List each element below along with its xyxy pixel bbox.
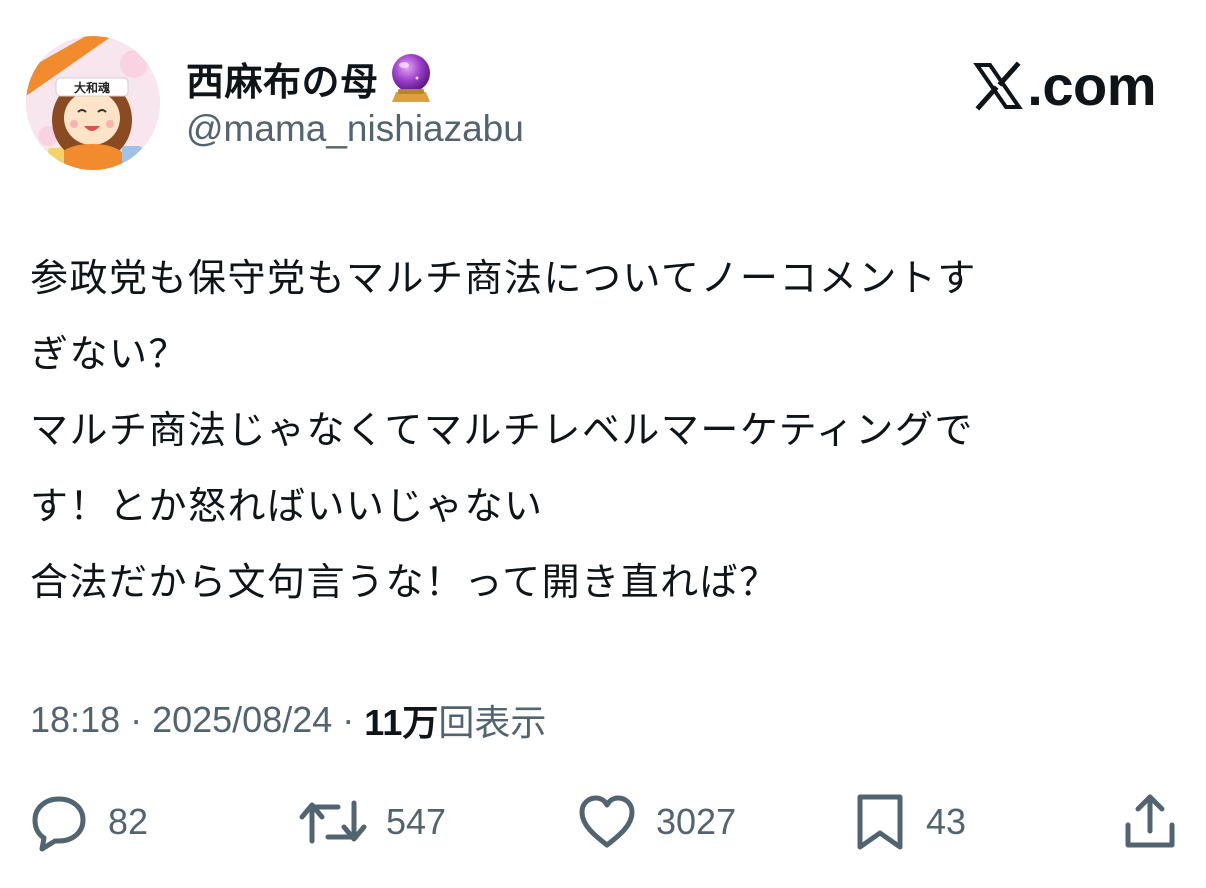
reply-button[interactable]: 82 xyxy=(28,790,148,854)
tweet-line: す！とか怒ればいいじゃない xyxy=(30,484,544,528)
author-name-row: 西麻布の母 xyxy=(186,52,435,104)
avatar-illustration: 大和魂 xyxy=(26,36,160,170)
tweet-line: 合法だから文句言うな！って開き直れば？ xyxy=(30,560,779,604)
tweet-date[interactable]: 2025/08/24 xyxy=(152,699,332,741)
meta-separator: · xyxy=(342,699,355,740)
tweet-line: マルチ商法じゃなくてマルチレベルマーケティングで xyxy=(30,408,974,452)
avatar-headband-text: 大和魂 xyxy=(74,80,110,95)
brand-watermark: .com xyxy=(973,58,1156,114)
tweet-card: 大和魂 西麻布の母 @mama_nishiazabu .com 参政党も保守党も… xyxy=(0,0,1206,888)
avatar[interactable]: 大和魂 xyxy=(26,36,160,170)
tweet-line: ぎない？ xyxy=(30,332,189,376)
x-logo-icon xyxy=(973,61,1024,111)
repost-count: 547 xyxy=(386,801,447,842)
views-count[interactable]: 11万 xyxy=(364,694,438,746)
tweet-text: 参政党も保守党もマルチ商法についてノーコメントす ぎない？ マルチ商法じゃなくて… xyxy=(30,240,1180,620)
like-count: 3027 xyxy=(656,801,737,842)
tweet-time[interactable]: 18:18 xyxy=(30,699,120,741)
action-bar: 82 547 3027 43 xyxy=(0,790,1206,854)
views-label: 回表示 xyxy=(438,702,547,743)
reply-icon xyxy=(28,791,90,853)
share-icon xyxy=(1120,791,1180,853)
heart-icon xyxy=(576,791,638,853)
reply-count: 82 xyxy=(108,801,149,842)
tweet-line: 参政党も保守党もマルチ商法についてノーコメントす xyxy=(30,256,977,300)
share-button[interactable] xyxy=(1120,790,1180,854)
meta-separator: · xyxy=(130,699,143,740)
brand-text: .com xyxy=(1027,54,1156,117)
repost-icon xyxy=(298,791,368,853)
author-handle[interactable]: @mama_nishiazabu xyxy=(186,108,524,150)
repost-button[interactable]: 547 xyxy=(298,790,446,854)
bookmark-button[interactable]: 43 xyxy=(852,790,966,854)
bookmark-icon xyxy=(852,791,908,853)
bookmark-count: 43 xyxy=(926,801,967,842)
like-button[interactable]: 3027 xyxy=(576,790,736,854)
tweet-meta: 18:18 · 2025/08/24 · 11万 回表示 xyxy=(30,692,546,748)
crystal-ball-icon xyxy=(387,52,435,104)
display-name[interactable]: 西麻布の母 xyxy=(186,51,379,106)
